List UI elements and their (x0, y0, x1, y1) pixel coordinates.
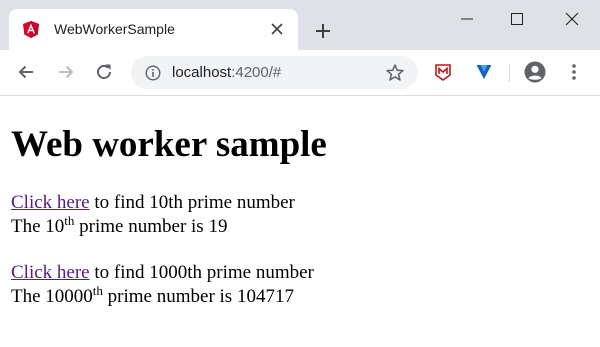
tab-strip: WebWorkerSample (0, 0, 600, 50)
find-10th-prime-row: Click here to find 10th prime number (11, 192, 295, 214)
mcafee-icon[interactable] (433, 62, 453, 82)
result-prefix-2: The 10000 (11, 286, 93, 307)
link-description-1: to find 10th prime number (89, 192, 295, 213)
click-here-link-2[interactable]: Click here (11, 262, 90, 283)
window-close-icon[interactable] (552, 6, 592, 32)
click-here-link-1[interactable]: Click here (11, 192, 90, 213)
close-icon[interactable] (271, 23, 283, 35)
result-prefix-1: The 10 (11, 216, 65, 237)
browser-toolbar: localhost:4200/# (0, 50, 600, 96)
vpn-icon[interactable] (474, 62, 494, 82)
kebab-menu-icon[interactable] (564, 62, 584, 82)
result-value-1: prime number is 19 (74, 216, 228, 237)
account-icon[interactable] (524, 61, 546, 83)
link-description-2: to find 1000th prime number (89, 262, 314, 283)
maximize-icon[interactable] (497, 6, 537, 32)
ordinal-suffix-2: th (92, 283, 103, 298)
url-host: localhost (172, 64, 232, 81)
browser-tab[interactable]: WebWorkerSample (9, 9, 298, 50)
plus-icon[interactable] (313, 21, 333, 41)
url-path: :4200/# (231, 64, 282, 81)
address-bar[interactable]: localhost:4200/# (131, 56, 418, 89)
page-content: Web worker sample Click here to find 10t… (0, 96, 600, 347)
result-10000th-prime: The 10000th prime number is 104717 (11, 283, 294, 308)
arrow-left-icon[interactable] (16, 62, 36, 82)
result-value-2: prime number is 104717 (102, 286, 294, 307)
page-title: Web worker sample (11, 124, 327, 165)
find-1000th-prime-row: Click here to find 1000th prime number (11, 262, 314, 284)
reload-icon[interactable] (94, 62, 114, 82)
info-icon[interactable] (145, 65, 161, 81)
star-icon[interactable] (385, 63, 405, 83)
angular-icon (23, 21, 39, 38)
minimize-icon[interactable] (447, 6, 487, 32)
tab-title: WebWorkerSample (54, 21, 175, 37)
arrow-right-icon[interactable] (56, 62, 76, 82)
toolbar-separator (509, 64, 510, 82)
result-10th-prime: The 10th prime number is 19 (11, 213, 228, 238)
ordinal-suffix-1: th (64, 213, 75, 228)
url-text[interactable]: localhost:4200/# (172, 64, 281, 81)
